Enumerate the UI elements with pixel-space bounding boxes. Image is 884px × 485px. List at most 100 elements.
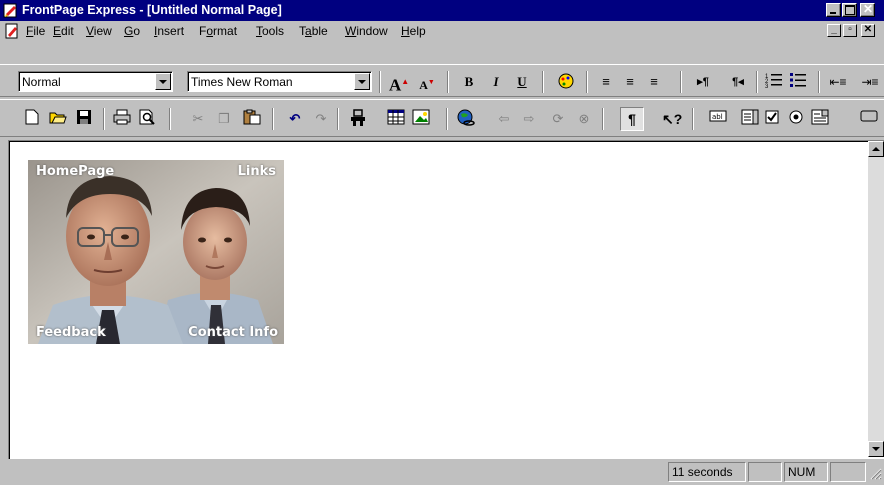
increase-font-icon[interactable]: A▲	[389, 72, 409, 95]
underline-icon[interactable]: U	[512, 72, 532, 92]
style-value: Normal	[22, 75, 61, 89]
open-icon[interactable]	[48, 109, 68, 129]
help-icon[interactable]: ↖?	[662, 109, 682, 129]
menu-insert[interactable]: Insert	[154, 24, 184, 38]
portrait-photo	[28, 160, 284, 344]
close-button[interactable]: ✕	[860, 2, 875, 17]
ltr-icon[interactable]: ▸¶	[693, 72, 713, 92]
separator	[680, 71, 682, 93]
align-center-icon[interactable]: ≡	[620, 72, 640, 92]
status-num: NUM	[784, 462, 828, 482]
menu-edit[interactable]: Edit	[53, 24, 74, 38]
separator	[103, 108, 105, 130]
push-button-icon[interactable]	[858, 109, 880, 129]
forward-icon[interactable]: ⇨	[519, 109, 539, 129]
font-value: Times New Roman	[191, 75, 293, 89]
textbox-icon[interactable]: abl	[708, 109, 728, 129]
undo-icon[interactable]: ↶	[285, 109, 305, 129]
chevron-down-icon[interactable]	[155, 73, 171, 90]
hyperlink-icon[interactable]	[456, 109, 476, 129]
image-icon[interactable]	[411, 109, 431, 129]
back-icon[interactable]: ⇦	[494, 109, 514, 129]
chevron-down-icon[interactable]	[354, 73, 370, 90]
menu-file[interactable]: File	[26, 24, 45, 38]
font-select[interactable]: Times New Roman	[187, 71, 372, 92]
menu-tools[interactable]: Tools	[256, 24, 284, 38]
increase-indent-icon[interactable]: ⇥≡	[856, 72, 884, 92]
standard-toolbar: ✂ ❐ ↶ ↷ ⇦ ⇨ ⟳ ⊗ ¶ ↖? abl	[0, 99, 884, 137]
copy-icon[interactable]: ❐	[214, 109, 234, 129]
resize-grip-icon[interactable]	[868, 466, 882, 480]
new-icon[interactable]	[22, 109, 42, 129]
numbered-list-icon[interactable]: 123	[764, 72, 784, 92]
separator	[756, 71, 758, 93]
redo-icon[interactable]: ↷	[311, 109, 331, 129]
maximize-button[interactable]	[842, 3, 857, 17]
separator	[272, 108, 274, 130]
document-icon[interactable]	[4, 23, 20, 39]
scroll-down-button[interactable]	[868, 441, 884, 457]
bulleted-list-icon[interactable]	[788, 72, 808, 92]
print-icon[interactable]	[112, 109, 132, 129]
status-blank-2	[830, 462, 866, 482]
menu-go[interactable]: Go	[124, 24, 140, 38]
separator	[446, 108, 448, 130]
contact-info-hotspot[interactable]: Contact Info	[188, 325, 278, 340]
bold-icon[interactable]: B	[459, 72, 479, 92]
menu-help[interactable]: Help	[401, 24, 426, 38]
stop-icon[interactable]: ⊗	[574, 109, 594, 129]
menu-table[interactable]: Table	[299, 24, 328, 38]
show-formatting-icon[interactable]: ¶	[620, 107, 644, 131]
paste-icon[interactable]	[242, 109, 262, 129]
text-color-icon[interactable]	[556, 72, 576, 92]
separator	[447, 71, 449, 93]
status-time: 11 seconds	[668, 462, 746, 482]
cut-icon[interactable]: ✂	[188, 109, 208, 129]
italic-icon[interactable]: I	[486, 72, 506, 92]
scroll-track[interactable]	[868, 157, 884, 441]
format-toolbar: Normal Times New Roman A▲ A▼ B I U ≡ ≡ ≡…	[0, 64, 884, 97]
navigation-image[interactable]: HomePage Links Feedback Contact Info	[28, 160, 284, 344]
status-bar: 11 seconds NUM	[0, 460, 884, 485]
separator	[337, 108, 339, 130]
align-left-icon[interactable]: ≡	[596, 72, 616, 92]
menu-window[interactable]: Window	[345, 24, 388, 38]
doc-minimize-button[interactable]: _	[827, 24, 841, 37]
print-preview-icon[interactable]	[138, 109, 158, 129]
menu-bar: File Edit View Go Insert Format Tools Ta…	[0, 21, 884, 41]
minimize-button[interactable]	[826, 3, 841, 17]
title-bar[interactable]: FrontPage Express - [Untitled Normal Pag…	[0, 0, 884, 21]
menu-view[interactable]: View	[86, 24, 112, 38]
separator	[602, 108, 604, 130]
align-right-icon[interactable]: ≡	[644, 72, 664, 92]
decrease-font-icon[interactable]: A▼	[417, 72, 437, 92]
separator	[692, 108, 694, 130]
doc-restore-button[interactable]: ▫	[843, 24, 857, 37]
checkbox-icon[interactable]	[762, 109, 782, 129]
dropdown-menu-icon[interactable]	[810, 109, 830, 129]
close-icon: ✕	[863, 2, 874, 16]
doc-close-button[interactable]: ✕	[861, 24, 875, 37]
menu-format[interactable]: Format	[199, 24, 237, 38]
separator	[169, 108, 171, 130]
save-icon[interactable]	[74, 109, 94, 129]
scrolling-textbox-icon[interactable]	[740, 109, 760, 129]
webbot-icon[interactable]	[348, 109, 368, 129]
window-title: FrontPage Express - [Untitled Normal Pag…	[22, 3, 282, 17]
close-icon: ✕	[863, 24, 873, 35]
decrease-indent-icon[interactable]: ⇤≡	[828, 72, 848, 92]
scroll-up-button[interactable]	[868, 141, 884, 157]
feedback-hotspot[interactable]: Feedback	[36, 325, 106, 340]
frontpage-app-icon[interactable]	[3, 3, 18, 18]
rtl-icon[interactable]: ¶◂	[728, 72, 748, 92]
separator	[379, 71, 381, 93]
radio-button-icon[interactable]	[786, 109, 806, 129]
refresh-icon[interactable]: ⟳	[548, 109, 568, 129]
separator	[586, 71, 588, 93]
table-icon[interactable]	[386, 109, 406, 129]
links-hotspot[interactable]: Links	[238, 164, 276, 179]
status-message	[4, 462, 666, 482]
homepage-hotspot[interactable]: HomePage	[36, 164, 114, 179]
style-select[interactable]: Normal	[18, 71, 173, 92]
vertical-scrollbar[interactable]	[868, 141, 884, 457]
